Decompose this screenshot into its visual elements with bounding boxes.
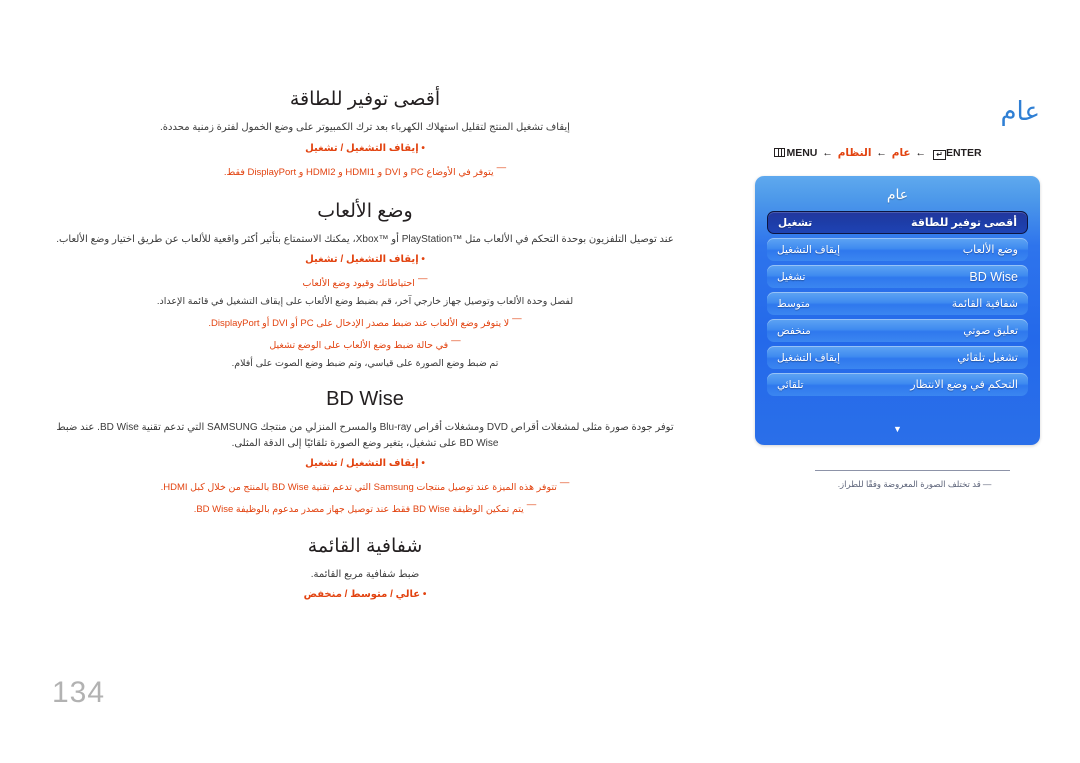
section-max-power-saving: أقصى توفير للطاقة إيقاف تشغيل المنتج لتق… bbox=[55, 88, 675, 180]
section-note: ―احتياطاتك وقيود وضع الألعاب bbox=[55, 271, 675, 291]
section-options: إيقاف التشغيل / تشغيل bbox=[55, 252, 675, 268]
footnote-text: قد تختلف الصورة المعروضة وفقًا للطراز. bbox=[837, 479, 981, 489]
osd-menu-item-auto-power-on[interactable]: تشغيل تلقائي إيقاف التشغيل bbox=[767, 346, 1028, 369]
section-options-list: إيقاف التشغيل / تشغيل bbox=[55, 252, 675, 268]
osd-item-value: متوسط bbox=[777, 297, 810, 310]
osd-item-value: إيقاف التشغيل bbox=[777, 243, 840, 256]
section-options: إيقاف التشغيل / تشغيل bbox=[55, 141, 675, 157]
osd-item-label: شفافية القائمة bbox=[951, 298, 1018, 310]
note-text: لا يتوفر وضع الألعاب عند ضبط مصدر الإدخا… bbox=[208, 318, 510, 330]
breadcrumb-step-system: النظام bbox=[837, 147, 872, 159]
section-description: توفر جودة صورة مثلى لمشغلات أقراص DVD وم… bbox=[56, 422, 674, 449]
osd-item-label: أقصى توفير للطاقة bbox=[911, 217, 1017, 229]
osd-item-label: BD Wise bbox=[969, 269, 1018, 284]
note-text: تم ضبط وضع الصورة على قياسي، وتم ضبط وضع… bbox=[231, 357, 499, 369]
osd-menu-item-max-power-saving[interactable]: أقصى توفير للطاقة تشغيل bbox=[767, 211, 1028, 234]
osd-item-value: تشغيل bbox=[777, 270, 806, 283]
note-text: احتياطاتك وقيود وضع الألعاب bbox=[302, 278, 415, 290]
breadcrumb-menu-label: MENU bbox=[786, 147, 818, 159]
breadcrumb-arrow-icon: ← bbox=[915, 147, 927, 159]
section-options-list: إيقاف التشغيل / تشغيل bbox=[55, 141, 675, 157]
note-dash-icon: ― bbox=[559, 477, 570, 488]
note-text: يتم تمكين الوظيفة BD Wise فقط عند توصيل … bbox=[193, 504, 524, 516]
page-title: عام bbox=[1000, 96, 1040, 126]
osd-menu-item-standby-control[interactable]: التحكم في وضع الانتظار تلقائي bbox=[767, 373, 1028, 396]
page-number: 134 bbox=[52, 676, 106, 709]
note-dash-icon: ― bbox=[451, 335, 461, 347]
note-dash-icon: ― bbox=[496, 161, 507, 173]
osd-item-value: إيقاف التشغيل bbox=[777, 351, 840, 364]
breadcrumb-step-general: عام bbox=[891, 147, 911, 159]
enter-key-icon: ↵ bbox=[932, 150, 946, 160]
note-dash-icon: ― bbox=[526, 499, 537, 511]
osd-item-label: وضع الألعاب bbox=[962, 244, 1018, 256]
note-dash-icon: ― bbox=[417, 273, 428, 285]
section-title: شفافية القائمة bbox=[307, 535, 423, 557]
osd-menu-item-bd-wise[interactable]: BD Wise تشغيل bbox=[767, 265, 1028, 288]
section-game-mode: وضع الألعاب عند توصيل التلفزيون بوحدة ال… bbox=[55, 200, 675, 371]
section-options: عالي / متوسط / منخفض bbox=[55, 587, 675, 603]
osd-menu-item-menu-transparency[interactable]: شفافية القائمة متوسط bbox=[767, 292, 1028, 315]
section-options: إيقاف التشغيل / تشغيل bbox=[55, 456, 675, 472]
section-note: ―لا يتوفر وضع الألعاب عند ضبط مصدر الإدخ… bbox=[55, 311, 675, 331]
note-text: في حالة ضبط وضع الألعاب على الوضع تشغيل bbox=[269, 340, 449, 352]
menu-grid-icon bbox=[774, 148, 786, 157]
section-note: ―يتوفر في الأوضاع PC و DVI و HDMI1 و HDM… bbox=[55, 160, 675, 180]
section-note: تم ضبط وضع الصورة على قياسي، وتم ضبط وضع… bbox=[55, 356, 675, 371]
osd-preview-column: عام MENU ← النظام ← عام ← ↵ ENTER عام أقص… bbox=[700, 0, 1080, 763]
scroll-down-arrow-icon[interactable]: ▼ bbox=[755, 425, 1040, 434]
osd-menu-item-sound-feedback[interactable]: تعليق صوتي منخفض bbox=[767, 319, 1028, 342]
section-options-list: إيقاف التشغيل / تشغيل bbox=[55, 456, 675, 472]
section-description: عند توصيل التلفزيون بوحدة التحكم في الأل… bbox=[56, 233, 674, 245]
section-menu-transparency: شفافية القائمة ضبط شفافية مربع القائمة. … bbox=[55, 535, 675, 604]
note-text: يتوفر في الأوضاع PC و DVI و HDMI1 و HDMI… bbox=[223, 166, 494, 178]
section-title: أقصى توفير للطاقة bbox=[289, 89, 441, 110]
section-note: ―في حالة ضبط وضع الألعاب على الوضع تشغيل bbox=[55, 333, 675, 353]
section-description: ضبط شفافية مربع القائمة. bbox=[310, 568, 420, 580]
osd-item-label: تعليق صوتي bbox=[963, 325, 1018, 337]
breadcrumb: MENU ← النظام ← عام ← ↵ ENTER bbox=[716, 147, 1040, 160]
osd-footnote: ―قد تختلف الصورة المعروضة وفقًا للطراز. bbox=[807, 478, 1022, 491]
breadcrumb-arrow-icon: ← bbox=[876, 147, 887, 159]
osd-item-value: منخفض bbox=[777, 324, 811, 337]
section-note: ―تتوفر هذه الميزة عند توصيل منتجات Samsu… bbox=[55, 475, 675, 495]
section-note: ―يتم تمكين الوظيفة BD Wise فقط عند توصيل… bbox=[55, 497, 675, 517]
section-bd-wise: BD Wise توفر جودة صورة مثلى لمشغلات أقرا… bbox=[55, 388, 675, 518]
osd-item-label: تشغيل تلقائي bbox=[957, 352, 1018, 364]
section-note: لفصل وحدة الألعاب وتوصيل جهاز خارجي آخر،… bbox=[55, 294, 675, 309]
breadcrumb-arrow-icon: ← bbox=[822, 147, 833, 159]
section-title: BD Wise bbox=[326, 388, 404, 410]
osd-menu-item-game-mode[interactable]: وضع الألعاب إيقاف التشغيل bbox=[767, 238, 1028, 261]
note-text: لفصل وحدة الألعاب وتوصيل جهاز خارجي آخر،… bbox=[156, 295, 574, 307]
section-options-list: عالي / متوسط / منخفض bbox=[55, 587, 675, 603]
note-dash-icon: ― bbox=[512, 313, 522, 324]
section-title: وضع الألعاب bbox=[317, 200, 413, 222]
manual-content-column: أقصى توفير للطاقة إيقاف تشغيل المنتج لتق… bbox=[55, 88, 675, 623]
osd-menu-panel: عام أقصى توفير للطاقة تشغيل وضع الألعاب … bbox=[755, 176, 1040, 445]
osd-panel-header: عام bbox=[886, 186, 909, 202]
footnote-divider bbox=[815, 470, 1010, 471]
osd-menu-list: أقصى توفير للطاقة تشغيل وضع الألعاب إيقا… bbox=[755, 211, 1040, 396]
breadcrumb-enter-label: ENTER bbox=[945, 147, 982, 159]
osd-item-label: التحكم في وضع الانتظار bbox=[910, 379, 1018, 391]
osd-item-value: تشغيل bbox=[778, 216, 813, 229]
note-text: تتوفر هذه الميزة عند توصيل منتجات Samsun… bbox=[160, 482, 557, 494]
note-dash-icon: ― bbox=[982, 479, 992, 489]
section-description: إيقاف تشغيل المنتج لتقليل استهلاك الكهرب… bbox=[160, 122, 570, 133]
osd-item-value: تلقائي bbox=[777, 378, 804, 391]
